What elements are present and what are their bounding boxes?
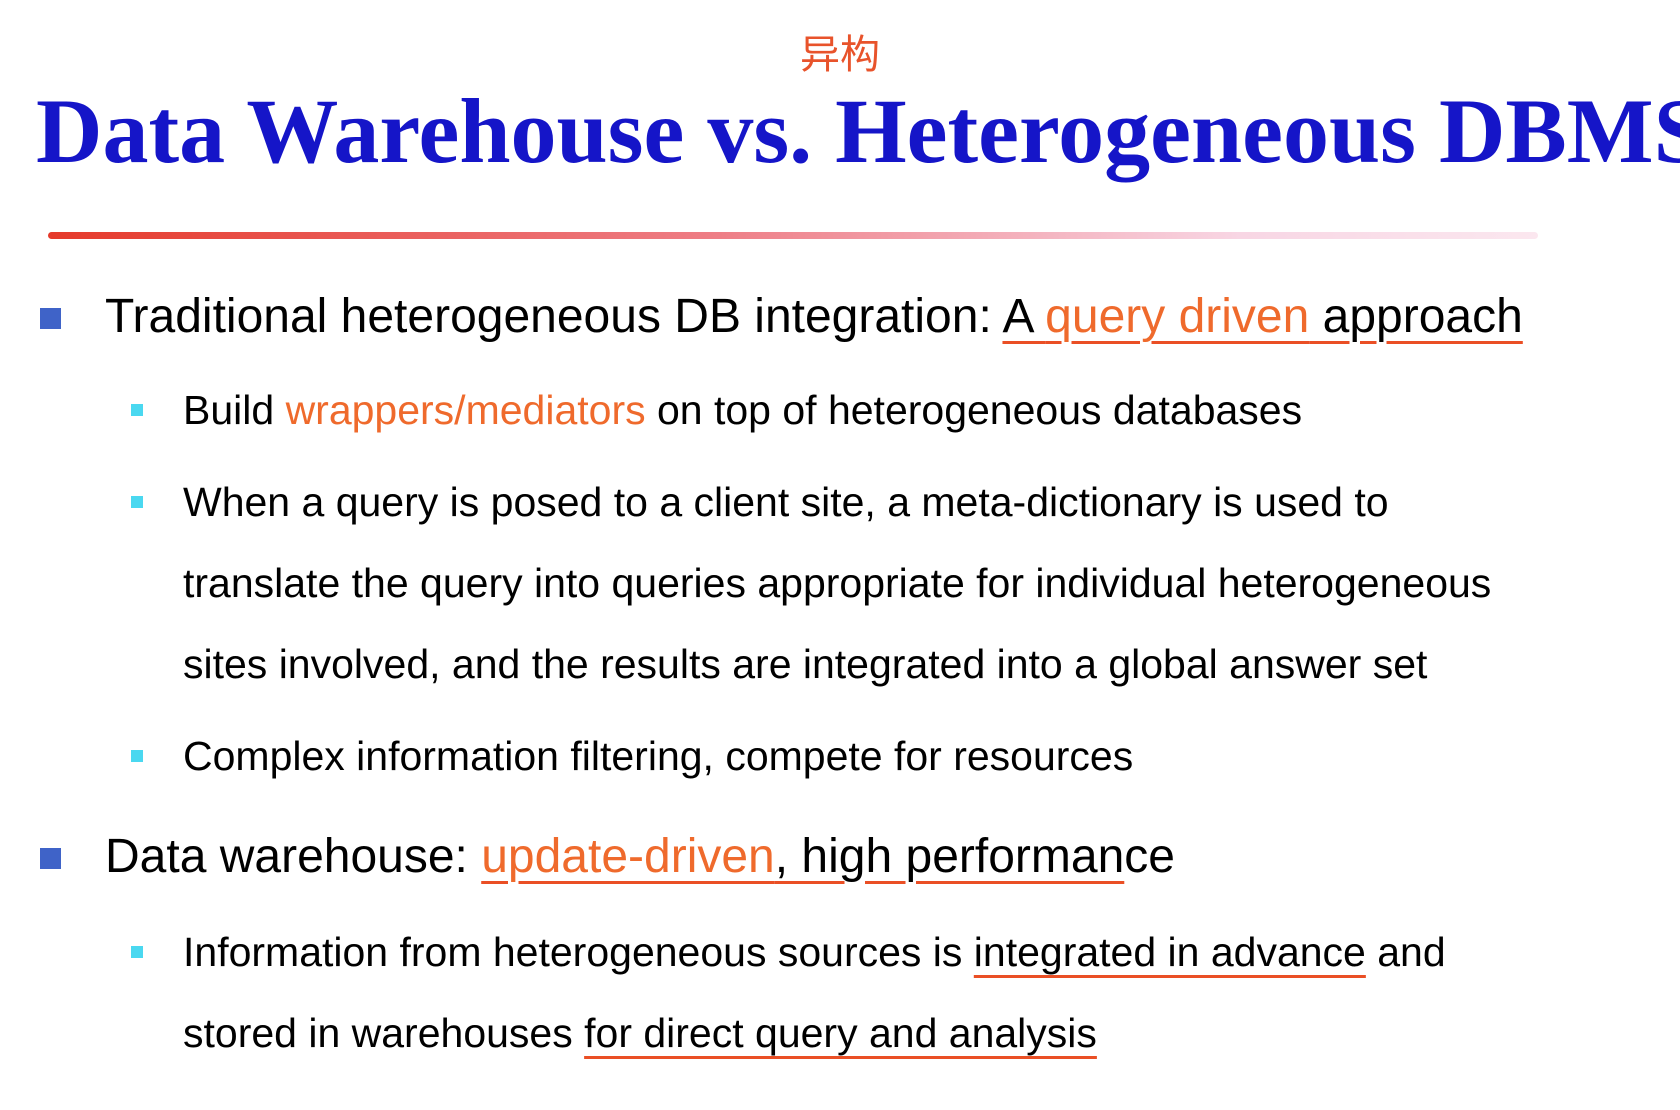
underlined-phrase: A query driven approach [1002,290,1522,343]
highlighted-phrase: wrappers/mediators [285,387,646,433]
text-segment: Build [183,387,286,433]
sub-bullet-square-icon [131,750,143,762]
sub-bullet-square-icon [131,946,143,958]
highlighted-phrase: update-driven [481,830,775,883]
underlined-phrase: integrated in advance [973,929,1366,975]
text-segment: and [1365,929,1446,975]
sub-bullet-square-icon [131,404,143,416]
sub-bullet-text: Build wrappers/mediators on top of heter… [183,370,1302,451]
sub-bullet-line: When a query is posed to a client site, … [183,479,1389,525]
sub-bullet-line: stored in warehouses for direct query an… [183,993,1097,1074]
highlighted-phrase: query driven [1045,290,1310,343]
sub-bullet-line: sites involved, and the results are inte… [183,641,1428,687]
text-segment: approach [1309,290,1523,343]
underlined-phrase: update-driven, high performan [481,830,1124,883]
bullet-text: Data warehouse: update-driven, high perf… [105,828,1175,886]
text-segment: Data warehouse: [105,830,482,883]
text-segment: Information from heterogeneous sources i… [183,929,974,975]
text-segment: on top of heterogeneous databases [645,387,1303,433]
text-segment: A [1002,290,1046,343]
sub-bullet-text: Complex information filtering, compete f… [183,733,1134,779]
text-segment: , high performan [774,830,1125,883]
sub-bullet-line: Information from heterogeneous sources i… [183,912,1446,993]
slide-title: Data Warehouse vs. Heterogeneous DBMS [36,80,1680,182]
bullet-text: Traditional heterogeneous DB integration… [105,288,1523,346]
underlined-phrase: for direct query and analysis [584,1010,1097,1056]
text-segment: ce [1124,830,1175,883]
sub-bullet-line: translate the query into queries appropr… [183,560,1492,606]
text-segment: Traditional heterogeneous DB integration… [105,290,1003,343]
bullet-square-icon [40,848,61,869]
bullet-square-icon [40,308,61,329]
chinese-annotation: 异构 [800,32,880,78]
title-divider [48,232,1538,239]
sub-bullet-square-icon [131,496,143,508]
text-segment: stored in warehouses [183,1010,585,1056]
